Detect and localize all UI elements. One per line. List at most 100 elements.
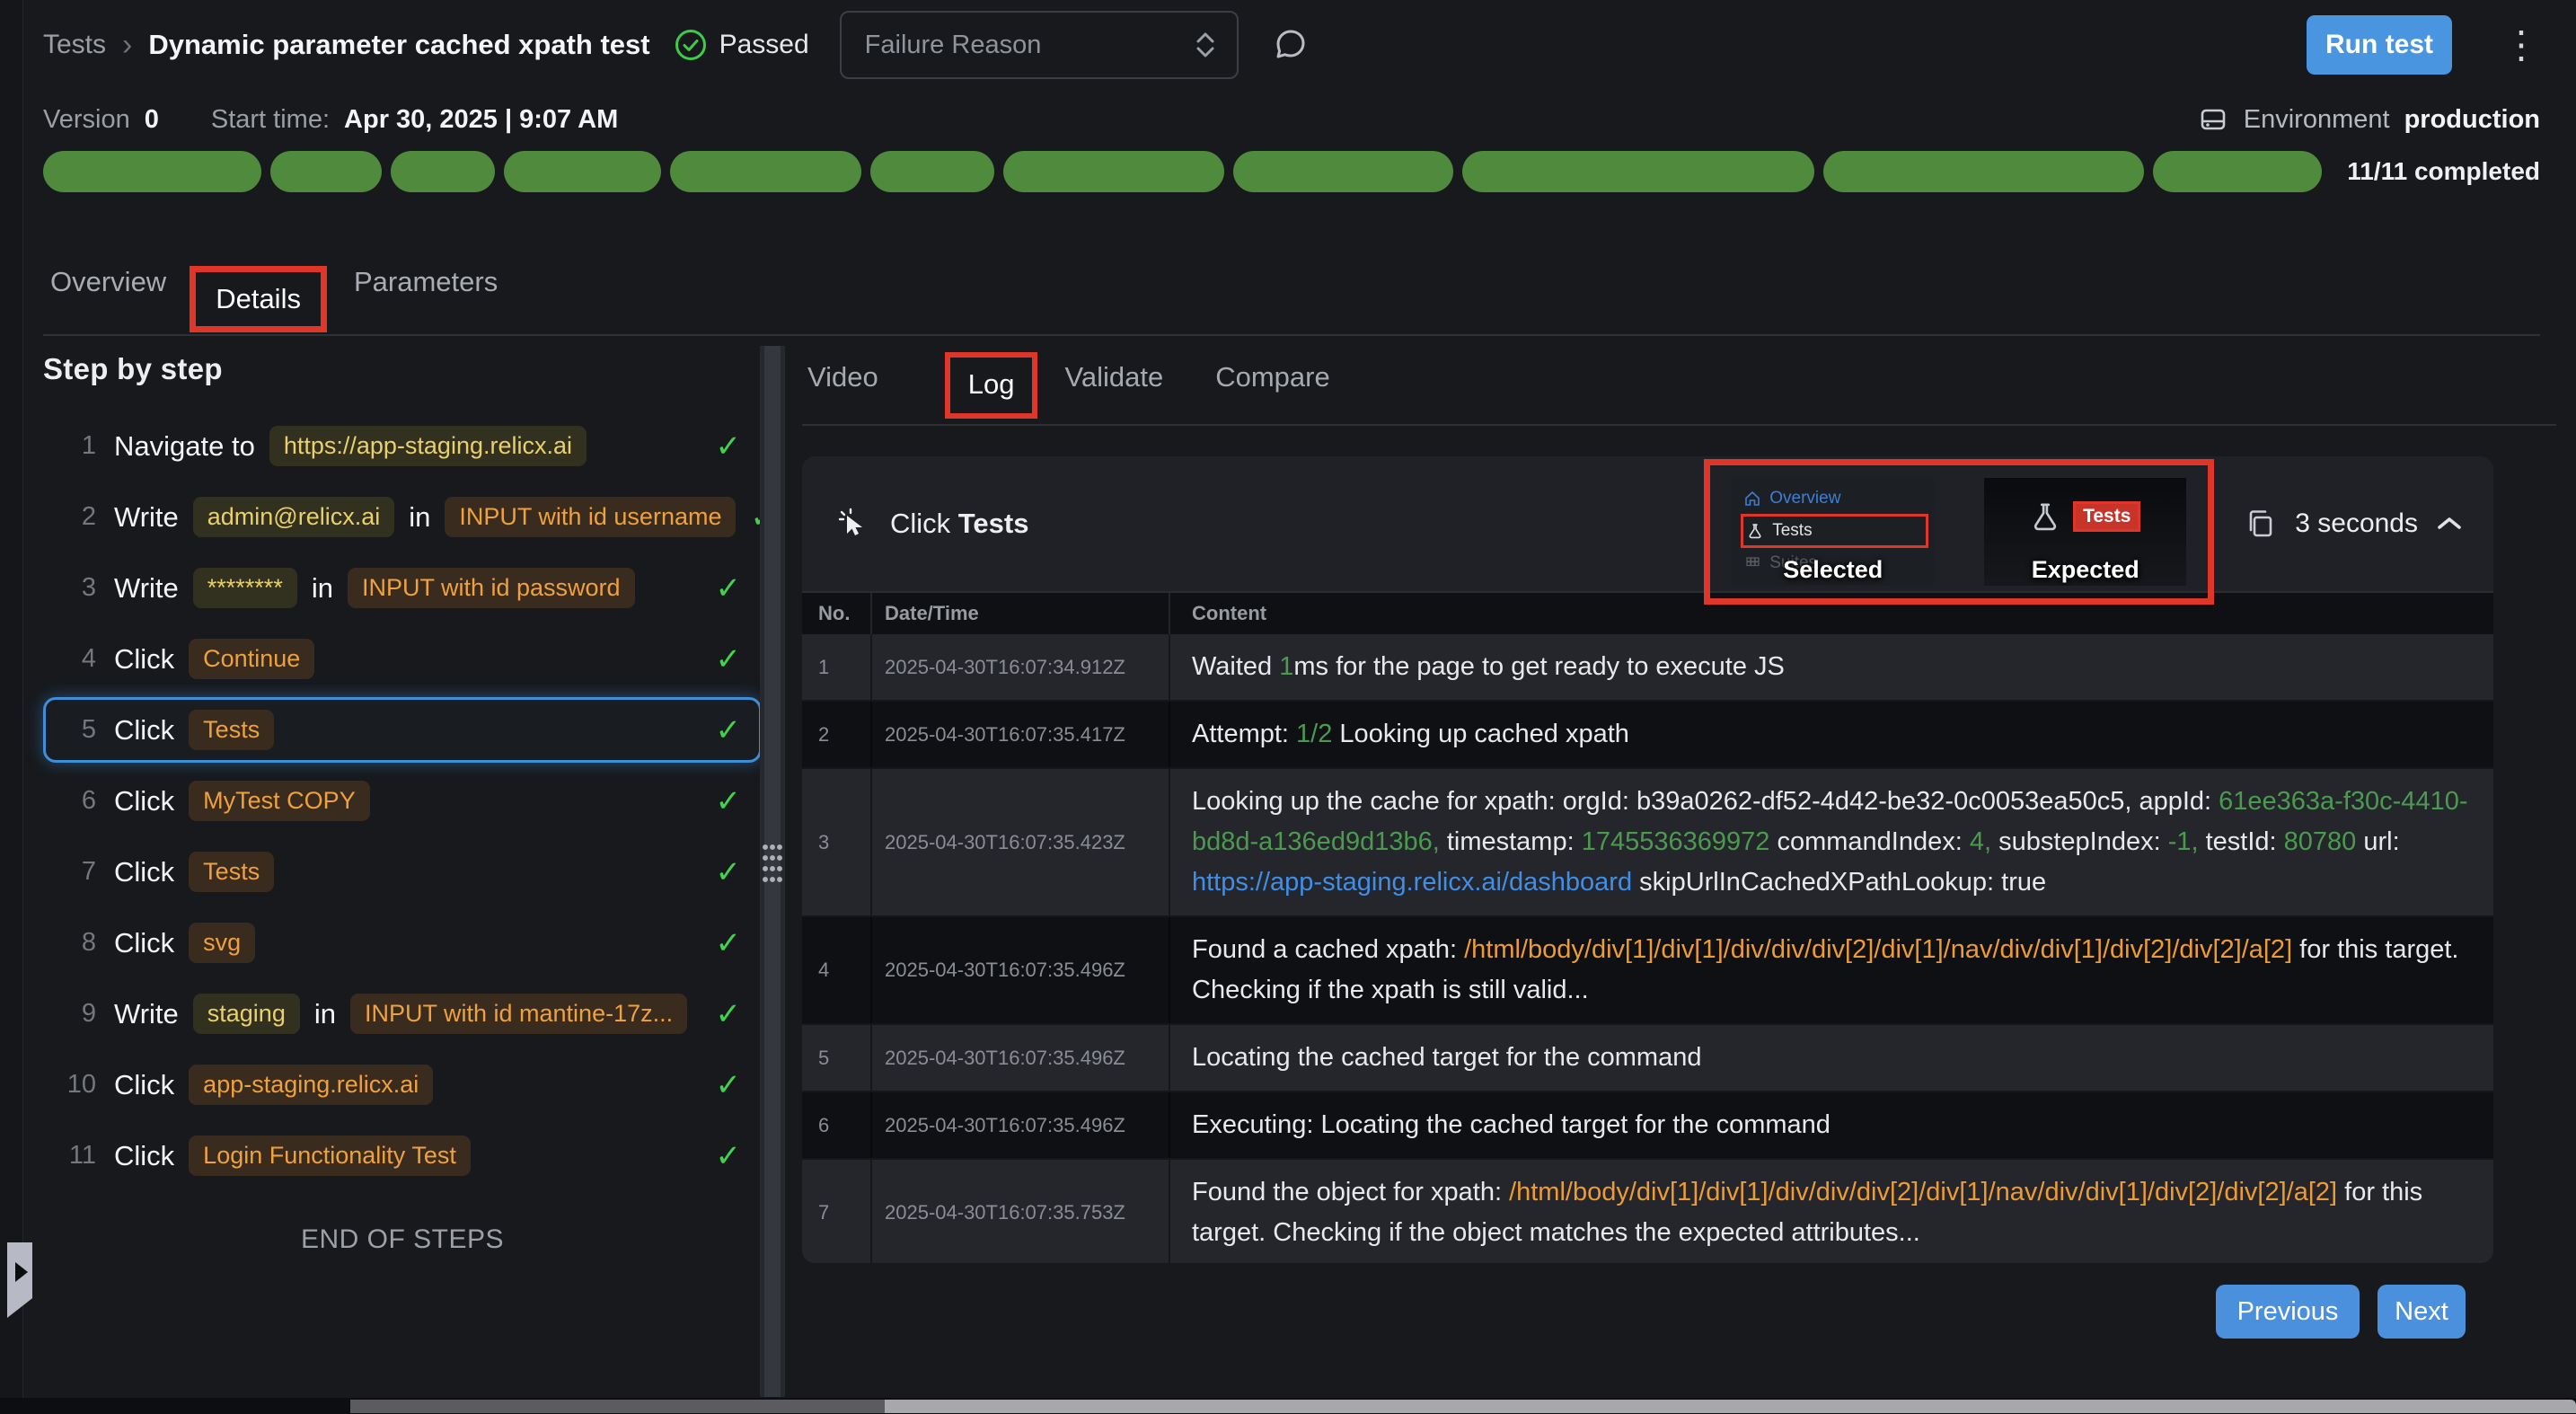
duration-group: 3 seconds [2245, 508, 2463, 540]
log-row: 32025-04-30T16:07:35.423ZLooking up the … [802, 767, 2493, 915]
step-row[interactable]: 5ClickTests✓ [43, 697, 762, 763]
expected-label: Expected [1984, 556, 2186, 584]
step-number: 7 [57, 857, 96, 887]
log-text: testId: [2199, 827, 2284, 856]
step-row[interactable]: 9WritestaginginINPUT with id mantine-17z… [43, 981, 762, 1047]
expected-screenshot-thumbnail[interactable]: Tests Expected [1984, 478, 2186, 586]
tab-log[interactable]: Log [968, 368, 1015, 400]
progress-segment[interactable] [43, 151, 261, 192]
step-target-chip: svg [189, 923, 255, 963]
progress-segment[interactable] [2153, 151, 2322, 192]
annotation-box-screenshots: Overview Tests Suites Selected [1704, 459, 2214, 605]
steps-heading: Step by step [43, 352, 762, 386]
bottom-bar [0, 1398, 2576, 1414]
progress-segment[interactable] [1823, 151, 2144, 192]
step-target-chip: Login Functionality Test [189, 1136, 471, 1176]
next-button[interactable]: Next [2378, 1285, 2466, 1339]
step-target-chip: MyTest COPY [189, 781, 370, 821]
log-row: 52025-04-30T16:07:35.496ZLocating the ca… [802, 1023, 2493, 1091]
step-row[interactable]: 10Clickapp-staging.relicx.ai✓ [43, 1052, 762, 1118]
log-row-number: 2 [802, 702, 872, 767]
thumb-nav-overview: Overview [1744, 485, 1934, 512]
log-row-number: 4 [802, 917, 872, 1023]
thumb-nav-tests-highlighted: Tests [1741, 514, 1928, 548]
progress-segment[interactable] [504, 151, 661, 192]
home-icon [1744, 490, 1760, 507]
log-url-link[interactable]: https://app-staging.relicx.ai/dashboard [1192, 868, 1632, 897]
selected-label: Selected [1732, 556, 1934, 584]
step-row[interactable]: 6ClickMyTest COPY✓ [43, 768, 762, 834]
log-rows: 12025-04-30T16:07:34.912ZWaited 1ms for … [802, 634, 2493, 1263]
progress-segment[interactable] [391, 151, 495, 192]
step-row[interactable]: 11ClickLogin Functionality Test✓ [43, 1123, 762, 1189]
thumbnail-target: Tests [1984, 478, 2186, 555]
col-no: No. [802, 593, 872, 634]
environment-value: production [2404, 105, 2540, 135]
run-test-button[interactable]: Run test [2307, 15, 2452, 75]
tab-overview[interactable]: Overview [43, 266, 173, 334]
log-card: Click Tests Overview Tests [802, 456, 2493, 1263]
log-text: url: [2356, 827, 2399, 856]
end-of-steps-label: END OF STEPS [43, 1224, 762, 1255]
log-text: timestamp: [1440, 827, 1582, 856]
failure-reason-select[interactable]: Failure Reason [840, 11, 1239, 79]
step-action: Click [114, 927, 174, 959]
top-bar: Tests › Dynamic parameter cached xpath t… [43, 0, 2549, 90]
collapse-chevron-icon[interactable] [2436, 515, 2463, 533]
log-row-timestamp: 2025-04-30T16:07:35.496Z [872, 1025, 1170, 1091]
copy-icon[interactable] [2245, 508, 2277, 540]
step-row[interactable]: 3Write********inINPUT with id password✓ [43, 555, 762, 621]
log-row-content: Waited 1ms for the page to get ready to … [1170, 634, 2493, 700]
breadcrumb-tests[interactable]: Tests [43, 30, 106, 60]
step-row[interactable]: 8Clicksvg✓ [43, 910, 762, 976]
log-row-content: Looking up the cache for xpath: orgId: b… [1170, 769, 2493, 915]
log-text: 1 [1279, 652, 1293, 681]
horizontal-scrollbar[interactable] [350, 1400, 2576, 1413]
log-row-timestamp: 2025-04-30T16:07:35.753Z [872, 1160, 1170, 1263]
log-text: Attempt: [1192, 720, 1296, 748]
step-conjunction: in [409, 501, 430, 534]
log-row-content: Found a cached xpath: /html/body/div[1]/… [1170, 917, 2493, 1023]
step-value-chip: staging [193, 994, 300, 1034]
horizontal-scrollbar-thumb[interactable] [350, 1400, 885, 1413]
duration-label: 3 seconds [2295, 508, 2418, 539]
step-number: 4 [57, 644, 96, 674]
select-chevrons-icon [1194, 30, 1217, 60]
progress-segment[interactable] [1233, 151, 1453, 192]
panel-splitter[interactable] [760, 346, 785, 1397]
tab-parameters[interactable]: Parameters [347, 266, 505, 334]
tab-compare[interactable]: Compare [1210, 361, 1336, 424]
step-target-chip: INPUT with id mantine-17z... [350, 994, 687, 1034]
kebab-menu-icon[interactable]: ⋮ [2493, 26, 2549, 64]
comment-icon[interactable] [1271, 25, 1310, 65]
progress-segment[interactable] [1003, 151, 1224, 192]
tab-details[interactable]: Details [216, 283, 301, 314]
log-text: -1, [2168, 827, 2199, 856]
step-number: 10 [57, 1070, 96, 1100]
step-action: Click [114, 714, 174, 747]
progress-segment[interactable] [1462, 151, 1814, 192]
selected-screenshot-thumbnail[interactable]: Overview Tests Suites Selected [1732, 478, 1934, 586]
step-number: 11 [57, 1141, 96, 1171]
progress-segment[interactable] [870, 151, 994, 192]
step-row[interactable]: 4ClickContinue✓ [43, 626, 762, 692]
progress-segment[interactable] [270, 151, 382, 192]
step-success-icon: ✓ [716, 429, 742, 464]
log-text: skipUrlInCachedXPathLookup: true [1632, 868, 2046, 897]
step-row[interactable]: 1Navigate tohttps://app-staging.relicx.a… [43, 413, 762, 479]
step-success-icon: ✓ [716, 1138, 742, 1174]
progress-segment[interactable] [670, 151, 861, 192]
log-text: 80780 [2284, 827, 2357, 856]
step-row[interactable]: 2Writeadmin@relicx.aiinINPUT with id use… [43, 484, 762, 550]
tab-video[interactable]: Video [802, 361, 884, 424]
annotation-box-log: Log [945, 352, 1038, 419]
log-row-number: 6 [802, 1092, 872, 1158]
previous-button[interactable]: Previous [2216, 1285, 2360, 1339]
log-row-timestamp: 2025-04-30T16:07:35.496Z [872, 917, 1170, 1023]
tab-validate[interactable]: Validate [1059, 361, 1169, 424]
step-conjunction: in [314, 998, 336, 1030]
sidebar-expand-handle[interactable] [7, 1242, 32, 1318]
splitter-grip-icon[interactable] [762, 842, 783, 887]
version-label: Version [43, 105, 130, 135]
step-row[interactable]: 7ClickTests✓ [43, 839, 762, 905]
